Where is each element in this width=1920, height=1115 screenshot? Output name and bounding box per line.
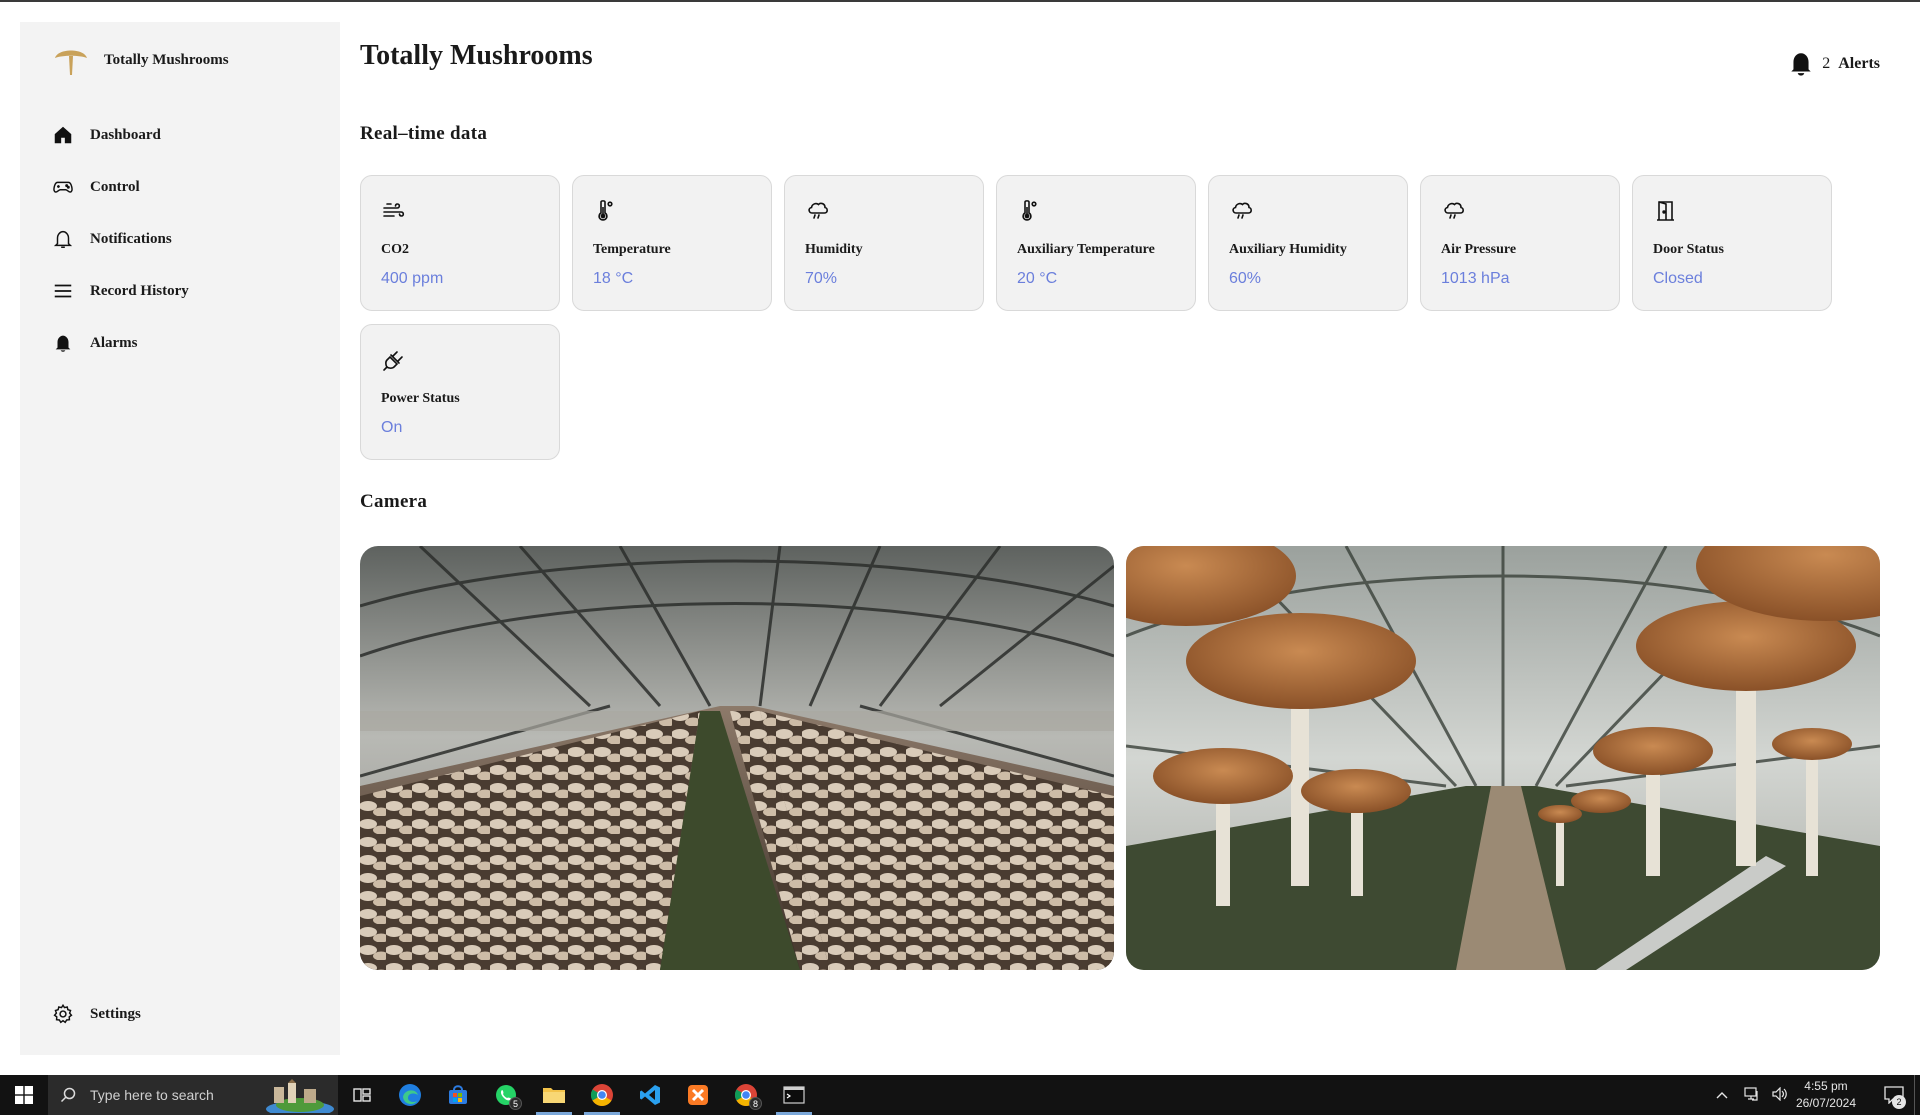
taskbar-search-placeholder: Type here to search [90,1087,214,1103]
sensor-label: Door Status [1653,242,1724,257]
search-highlight-illustration [266,1079,334,1113]
edge-icon[interactable] [386,1075,434,1115]
store-icon[interactable] [434,1075,482,1115]
windows-logo-icon [15,1086,33,1104]
sidebar-item-alarms[interactable]: Alarms [52,323,322,363]
sensor-card-auxiliary-temperature[interactable]: Auxiliary Temperature 20 °C [996,175,1196,311]
thermometer-icon [1017,198,1043,224]
sensor-label: CO2 [381,242,409,257]
alerts-label: Alerts [1838,55,1880,72]
show-desktop-button[interactable] [1914,1075,1920,1115]
sidebar-item-settings[interactable]: Settings [52,994,322,1034]
whatsapp-badge: 5 [509,1097,522,1110]
task-view-icon[interactable] [338,1075,386,1115]
sensor-card-auxiliary-humidity[interactable]: Auxiliary Humidity 60% [1208,175,1408,311]
sidebar: Totally Mushrooms Dashboard Control Noti… [20,22,340,1055]
menu-icon [52,280,74,302]
brand[interactable]: Totally Mushrooms [52,42,229,78]
bell-outline-icon [52,228,74,250]
chrome-icon[interactable]: 8 [722,1075,770,1115]
sidebar-item-label: Control [90,178,140,195]
xampp-icon[interactable] [674,1075,722,1115]
alerts-count: 2 [1822,55,1831,72]
sidebar-item-notifications[interactable]: Notifications [52,219,322,259]
sidebar-item-label: Record History [90,282,189,299]
sensor-card-power-status[interactable]: Power Status On [360,324,560,460]
sensor-value: Closed [1653,270,1703,287]
sensor-value: 20 °C [1017,270,1058,287]
camera-feed-closeup-mushrooms[interactable] [1126,546,1880,970]
clock-time: 4:55 pm [1804,1079,1848,1093]
gear-icon [52,1003,74,1025]
taskbar: Type here to search 5 8 4:55 pm 26/07/20… [0,1075,1920,1115]
sidebar-item-label: Dashboard [90,126,161,143]
sensor-label: Air Pressure [1441,242,1517,257]
file-explorer-icon[interactable] [530,1075,578,1115]
window-top-border [0,0,1920,2]
sensor-card-co2[interactable]: CO2 400 ppm [360,175,560,311]
chrome-icon[interactable] [578,1075,626,1115]
sensor-label: Power Status [381,391,460,406]
sensor-card-door-status[interactable]: Door Status Closed [1632,175,1832,311]
cloud-rain-icon [1441,198,1467,224]
action-center-button[interactable]: 2 [1874,1075,1914,1115]
sensor-label: Temperature [593,242,671,257]
chrome-badge: 8 [749,1097,762,1110]
clock-date: 26/07/2024 [1795,1096,1856,1110]
alerts-button[interactable]: 2 Alerts [1788,50,1880,78]
network-icon[interactable] [1744,1086,1760,1104]
wind-icon [381,198,407,224]
page-title: Totally Mushrooms [360,40,593,71]
sensor-label: Humidity [805,242,863,257]
sensor-label: Auxiliary Temperature [1017,242,1155,257]
sensor-card-humidity[interactable]: Humidity 70% [784,175,984,311]
bell-filled-icon [1791,53,1811,76]
sensor-value: 18 °C [593,270,634,287]
terminal-icon[interactable] [770,1075,818,1115]
whatsapp-icon[interactable]: 5 [482,1075,530,1115]
sidebar-item-label: Settings [90,1005,141,1022]
volume-icon[interactable] [1772,1086,1788,1104]
vscode-icon[interactable] [626,1075,674,1115]
sensor-label: Auxiliary Humidity [1229,242,1347,257]
mushroom-logo-icon [55,50,87,75]
camera-feed-greenhouse-rows[interactable] [360,546,1114,970]
sidebar-item-label: Alarms [90,334,138,351]
windows-start-button[interactable] [0,1075,48,1115]
search-icon [60,1087,76,1103]
sensor-value: 400 ppm [381,270,444,287]
notification-count: 2 [1892,1095,1906,1109]
chevron-up-icon[interactable] [1716,1088,1728,1102]
sensor-card-air-pressure[interactable]: Air Pressure 1013 hPa [1420,175,1620,311]
thermometer-icon [593,198,619,224]
camera-section-title: Camera [360,491,428,512]
sidebar-item-label: Notifications [90,230,172,247]
sidebar-item-control[interactable]: Control [52,167,322,207]
sensor-value: On [381,419,403,436]
sensor-card-temperature[interactable]: Temperature 18 °C [572,175,772,311]
door-icon [1653,198,1679,224]
bell-filled-icon [52,332,74,354]
sensor-value: 70% [805,270,838,287]
sidebar-item-dashboard[interactable]: Dashboard [52,115,322,155]
plug-icon [381,347,407,373]
sidebar-item-record-history[interactable]: Record History [52,271,322,311]
system-tray: 4:55 pm 26/07/2024 2 [1716,1075,1920,1115]
brand-name: Totally Mushrooms [104,51,229,68]
cloud-rain-icon [1229,198,1255,224]
realtime-section-title: Real–time data [360,123,488,144]
sensor-value: 60% [1229,270,1262,287]
sensor-value: 1013 hPa [1441,270,1510,287]
gamepad-icon [52,176,74,198]
home-icon [52,124,74,146]
taskbar-search[interactable]: Type here to search [48,1075,338,1115]
taskbar-clock[interactable]: 4:55 pm 26/07/2024 [1796,1078,1856,1112]
cloud-rain-icon [805,198,831,224]
